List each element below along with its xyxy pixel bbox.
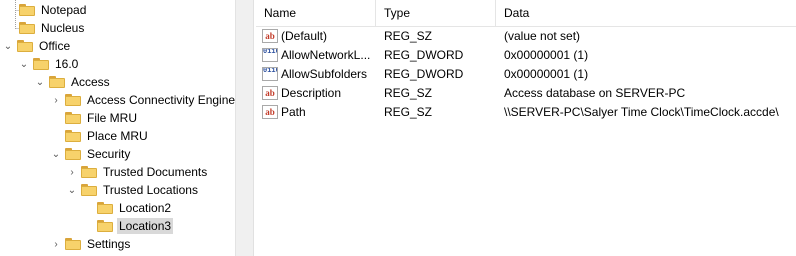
folder-icon bbox=[65, 148, 81, 160]
column-header-type-label: Type bbox=[384, 6, 411, 20]
tree-node-office[interactable]: ⌄ Office bbox=[2, 37, 72, 55]
value-data: 0x00000001 (1) bbox=[504, 47, 589, 62]
tree-node-label: Security bbox=[87, 147, 131, 161]
tree-node-trusted-locations[interactable]: ⌄ Trusted Locations bbox=[66, 181, 200, 199]
values-list-header: Name Type Data bbox=[256, 0, 796, 27]
folder-icon bbox=[65, 112, 81, 124]
tree-node-label: Nucleus bbox=[41, 21, 85, 35]
folder-icon bbox=[65, 94, 81, 106]
column-header-data-label: Data bbox=[504, 6, 530, 20]
tree-node-label: File MRU bbox=[87, 111, 137, 125]
dword-value-icon: 0110 bbox=[262, 66, 278, 81]
value-name: AllowNetworkL... bbox=[281, 47, 371, 62]
chevron-down-icon[interactable]: ⌄ bbox=[34, 73, 46, 91]
string-value-icon: ab bbox=[262, 104, 278, 119]
value-name: AllowSubfolders bbox=[281, 66, 368, 81]
folder-icon bbox=[97, 202, 113, 214]
chevron-right-icon[interactable]: › bbox=[50, 235, 62, 253]
value-data: \\SERVER-PC\Salyer Time Clock\TimeClock.… bbox=[504, 104, 779, 119]
value-row-default[interactable]: ab (Default) REG_SZ (value not set) bbox=[256, 26, 796, 45]
chevron-right-icon[interactable]: › bbox=[66, 163, 78, 181]
column-header-name-label: Name bbox=[264, 6, 297, 20]
value-data: (value not set) bbox=[504, 28, 581, 43]
chevron-down-icon[interactable]: ⌄ bbox=[50, 145, 62, 163]
folder-icon bbox=[81, 166, 97, 178]
tree-node-place-mru[interactable]: Place MRU bbox=[62, 127, 150, 145]
tree-node-label: Trusted Locations bbox=[103, 183, 198, 197]
folder-icon bbox=[19, 22, 35, 34]
tree-node-security[interactable]: ⌄ Security bbox=[50, 145, 132, 163]
tree-node-label: Office bbox=[39, 39, 71, 53]
string-value-icon: ab bbox=[262, 85, 278, 100]
tree-node-label: Access Connectivity Engine bbox=[87, 93, 235, 107]
value-type: REG_DWORD bbox=[384, 47, 464, 62]
column-header-name[interactable]: Name bbox=[256, 0, 376, 26]
chevron-right-icon[interactable]: › bbox=[50, 91, 62, 109]
value-type: REG_SZ bbox=[384, 104, 433, 119]
tree-node-label: Place MRU bbox=[87, 129, 148, 143]
tree-node-file-mru[interactable]: File MRU bbox=[62, 109, 139, 127]
chevron-down-icon[interactable]: ⌄ bbox=[2, 37, 14, 55]
value-type: REG_DWORD bbox=[384, 66, 464, 81]
folder-icon bbox=[81, 184, 97, 196]
tree-node-label: Settings bbox=[87, 237, 131, 251]
value-type: REG_SZ bbox=[384, 85, 433, 100]
tree-node-access[interactable]: ⌄ Access bbox=[34, 73, 112, 91]
tree-node-16-0[interactable]: ⌄ 16.0 bbox=[18, 55, 80, 73]
tree-node-nucleus[interactable]: Nucleus bbox=[16, 19, 86, 37]
tree-node-location3[interactable]: Location3 bbox=[94, 217, 174, 235]
registry-key-tree[interactable]: Notepad Nucleus ⌄ Office ⌄ 16.0 ⌄ Access… bbox=[0, 0, 235, 256]
value-type: REG_SZ bbox=[384, 28, 433, 43]
value-name: Path bbox=[281, 104, 306, 119]
folder-icon bbox=[97, 220, 113, 232]
folder-icon bbox=[33, 58, 49, 70]
tree-node-settings[interactable]: › Settings bbox=[50, 235, 132, 253]
value-data: 0x00000001 (1) bbox=[504, 66, 589, 81]
value-row-description[interactable]: ab Description REG_SZ Access database on … bbox=[256, 83, 796, 102]
value-name: (Default) bbox=[281, 28, 328, 43]
folder-icon bbox=[17, 40, 33, 52]
tree-node-label: Location2 bbox=[119, 201, 172, 215]
value-data: Access database on SERVER-PC bbox=[504, 85, 686, 100]
folder-icon bbox=[65, 130, 81, 142]
folder-icon bbox=[49, 76, 65, 88]
folder-icon bbox=[65, 238, 81, 250]
tree-node-notepad[interactable]: Notepad bbox=[16, 1, 88, 19]
tree-node-trusted-documents[interactable]: › Trusted Documents bbox=[66, 163, 209, 181]
chevron-down-icon[interactable]: ⌄ bbox=[66, 181, 78, 199]
folder-icon bbox=[19, 4, 35, 16]
value-row-allownetworklocations[interactable]: 0110AllowNetworkL... REG_DWORD 0x0000000… bbox=[256, 45, 796, 64]
dword-value-icon: 0110 bbox=[262, 47, 278, 62]
tree-node-label: Notepad bbox=[41, 3, 87, 17]
tree-node-access-connectivity-engine[interactable]: › Access Connectivity Engine bbox=[50, 91, 235, 109]
chevron-down-icon[interactable]: ⌄ bbox=[18, 55, 30, 73]
string-value-icon: ab bbox=[262, 28, 278, 43]
tree-node-label: Access bbox=[71, 75, 110, 89]
tree-node-label: Location3 bbox=[117, 218, 174, 234]
tree-vertical-scrollbar[interactable] bbox=[235, 0, 253, 256]
column-header-data[interactable]: Data bbox=[496, 0, 796, 26]
column-header-type[interactable]: Type bbox=[376, 0, 496, 26]
tree-node-label: 16.0 bbox=[55, 57, 79, 71]
tree-node-location2[interactable]: Location2 bbox=[94, 199, 173, 217]
value-row-allowsubfolders[interactable]: 0110AllowSubfolders REG_DWORD 0x00000001… bbox=[256, 64, 796, 83]
value-row-path[interactable]: ab Path REG_SZ \\SERVER-PC\Salyer Time Cl… bbox=[256, 102, 796, 121]
value-name: Description bbox=[281, 85, 342, 100]
tree-node-label: Trusted Documents bbox=[103, 165, 208, 179]
